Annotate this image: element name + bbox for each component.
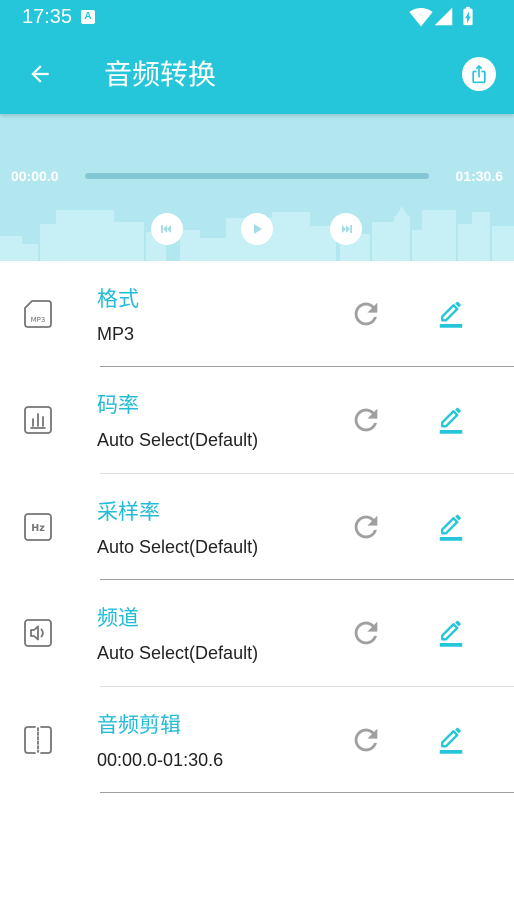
status-time: 17:35 [22,6,73,28]
mp3-file-icon: MP3 [24,300,52,328]
setting-row-sample-rate[interactable]: Hz 采样率 Auto Select(Default) [0,474,514,581]
setting-row-clip[interactable]: 音频剪辑 00:00.0-01:30.6 [0,687,514,793]
channel-speaker-icon [24,619,52,648]
a-letter-icon: A [81,10,95,24]
current-time: 00:00.0 [11,168,59,184]
mp3-icon-label: MP3 [31,316,46,324]
setting-value: Auto Select(Default) [97,643,259,664]
previous-button[interactable] [151,213,183,245]
refresh-icon [354,515,378,539]
skip-next-icon [342,225,352,233]
cell-signal-icon [434,7,453,26]
play-button[interactable] [241,213,273,245]
hz-icon-label: Hz [31,523,45,534]
conversion-settings-list: MP3 格式 MP3 码率 Auto Select(Default) Hz 采样… [0,261,514,793]
refresh-icon [354,409,378,432]
edit-pencil-icon [439,620,463,647]
play-icon [254,224,262,234]
page-title: 音频转换 [104,58,217,91]
setting-row-format[interactable]: MP3 格式 MP3 [0,261,514,368]
setting-title: 码率 [97,393,139,418]
edit-format-button[interactable] [436,299,466,329]
edit-channel-button[interactable] [436,618,466,648]
setting-value: MP3 [97,324,135,344]
setting-title: 频道 [97,606,139,631]
setting-row-bitrate[interactable]: 码率 Auto Select(Default) [0,367,514,474]
audio-clip-split-icon [24,725,52,754]
reset-clip-button[interactable] [349,723,383,757]
audio-convert-screen: 17:35 A 音频转换 00:00.0 01:30.6 MP3 格式 MP3 … [0,0,514,913]
setting-row-channel[interactable]: 频道 Auto Select(Default) [0,580,514,687]
reset-format-button[interactable] [349,297,383,331]
arrow-left-icon [31,65,49,83]
edit-pencil-icon [439,727,463,754]
back-button[interactable] [24,58,56,90]
edit-pencil-icon [439,301,463,328]
reset-channel-button[interactable] [349,616,383,650]
setting-value: Auto Select(Default) [97,536,259,557]
refresh-icon [354,302,378,326]
setting-title: 格式 [97,287,139,311]
edit-pencil-icon [439,514,463,541]
edit-bitrate-button[interactable] [436,405,466,435]
sample-rate-hz-icon: Hz [24,512,52,541]
edit-sample-rate-button[interactable] [436,512,466,542]
edit-clip-button[interactable] [436,725,466,755]
audio-player: 00:00.0 01:30.6 [0,114,514,261]
setting-title: 音频剪辑 [97,712,181,737]
setting-value: 00:00.0-01:30.6 [97,749,224,770]
row-divider [100,791,514,793]
edit-pencil-icon [439,408,463,435]
refresh-icon [354,621,378,645]
reset-bitrate-button[interactable] [349,403,383,437]
total-time: 01:30.6 [455,168,503,184]
setting-value: Auto Select(Default) [97,430,259,451]
seek-bar[interactable] [85,173,429,179]
share-upload-icon [472,64,486,84]
next-button[interactable] [330,213,362,245]
setting-title: 采样率 [97,499,160,524]
refresh-icon [354,728,378,751]
share-button[interactable] [462,57,496,91]
skip-previous-icon [161,225,171,233]
battery-charging-icon [463,6,473,26]
reset-sample-rate-button[interactable] [349,510,383,544]
top-app-bar: 17:35 A 音频转换 [0,0,514,114]
wifi-icon [409,8,433,27]
bitrate-bars-icon [24,406,52,435]
